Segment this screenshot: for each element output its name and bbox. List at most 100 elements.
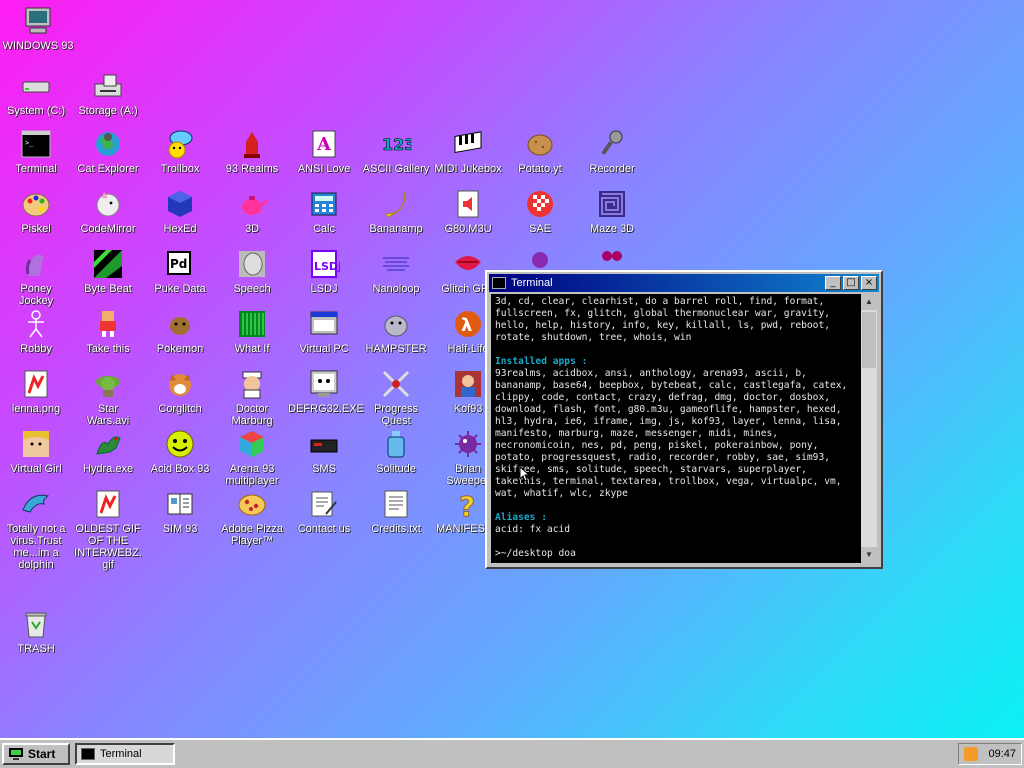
terminal-titlebar[interactable]: Terminal _ □ × — [489, 274, 879, 292]
desktop-icon-lsdj[interactable]: LSDJ LSDJ — [288, 248, 360, 295]
desktop-icon-window[interactable]: Virtual PC — [288, 308, 360, 355]
desktop-icon-computer[interactable]: WINDOWS 93 — [2, 5, 74, 52]
desktop-icon-bottle[interactable]: Solitude — [360, 428, 432, 475]
close-button[interactable]: × — [861, 276, 877, 290]
desktop-icon-label: TRASH — [17, 643, 55, 655]
desktop-icon-calculator[interactable]: Calc — [288, 188, 360, 235]
desktop-icon-microphone[interactable]: Recorder — [576, 128, 648, 175]
desktop-icon-potato[interactable]: Potato.yt — [504, 128, 576, 175]
rss-feed-icon[interactable] — [964, 747, 978, 761]
acid-smiley-icon — [164, 428, 196, 460]
piano-icon — [452, 128, 484, 160]
desktop-icon-girl[interactable]: Virtual Girl — [0, 428, 72, 475]
desktop-icon-matrix[interactable]: What If — [216, 308, 288, 355]
desktop-icon-yoda[interactable]: Star Wars.avi — [72, 368, 144, 427]
desktop-icon-console[interactable]: SMS — [288, 428, 360, 475]
desktop-icon-numbers[interactable]: 123 ASCII Gallery — [360, 128, 432, 175]
desktop-icon-drive[interactable]: System (C:) — [0, 70, 72, 117]
desktop-icon-label: Contact us — [297, 523, 351, 535]
terminal-output[interactable]: 3d, cd, clear, clearhist, do a barrel ro… — [491, 294, 861, 563]
minimize-button[interactable]: _ — [825, 276, 841, 290]
calculator-icon — [308, 188, 340, 220]
taskbar-item-terminal[interactable]: Terminal — [75, 743, 175, 765]
scrollbar-thumb[interactable] — [862, 312, 876, 368]
desktop-icon-defrag[interactable]: DEFRG32.EXE — [288, 368, 364, 415]
desktop-icon-stickman[interactable]: Robby — [0, 308, 72, 355]
desktop-icon-cube[interactable]: HexEd — [144, 188, 216, 235]
desktop-icon-label: Corglitch — [158, 403, 202, 415]
desktop-icon-pd[interactable]: Pd Puke Data — [144, 248, 216, 295]
desktop-icon-label: Solitude — [376, 463, 416, 475]
pd-icon: Pd — [164, 248, 196, 280]
vertical-scrollbar[interactable]: ▲ ▼ — [861, 294, 877, 563]
desktop-icon-hamster[interactable]: HAMPSTER — [360, 308, 432, 355]
desktop-icon-label: Pokemon — [156, 343, 204, 355]
desktop-icon-chat-smiley[interactable]: Trollbox — [144, 128, 216, 175]
system-tray: 09:47 — [958, 743, 1022, 765]
start-label: Start — [28, 747, 56, 761]
desktop-icon-teapot[interactable]: 3D — [216, 188, 288, 235]
trash-icon — [20, 608, 52, 640]
desktop-icon-label: MIDI Jukebox — [434, 163, 502, 175]
desktop-icon-arena-cube[interactable]: Arena 93 multiplayer — [216, 428, 288, 487]
desktop-icon-label: Kof93 — [453, 403, 483, 415]
desktop-icon-ansi-letter[interactable]: A ANSI Love — [288, 128, 360, 175]
desktop-icon-ball[interactable]: SAE — [504, 188, 576, 235]
desktop-icon-doctor[interactable]: Doctor Marburg — [216, 368, 288, 427]
desktop-icon-label: Brian Sweeper — [446, 463, 490, 487]
bottle-icon — [380, 428, 412, 460]
desktop-icon-swords[interactable]: Progress Quest — [360, 368, 432, 427]
scroll-down-icon[interactable]: ▼ — [861, 547, 877, 563]
desktop-icon-label: Potato.yt — [518, 163, 562, 175]
terminal-window[interactable]: Terminal _ □ × 3d, cd, clear, clearhist,… — [485, 270, 883, 569]
installed-apps-heading: Installed apps : — [495, 356, 588, 367]
pony-icon — [20, 248, 52, 280]
desktop-icon-hydra[interactable]: Hydra.exe — [72, 428, 144, 475]
desktop-icon-terminal[interactable]: >_ Terminal — [0, 128, 72, 175]
scroll-up-icon[interactable]: ▲ — [861, 294, 877, 310]
desktop-icon-knight[interactable]: 93 Realms — [216, 128, 288, 175]
desktop-icon-acid-smiley[interactable]: Acid Box 93 — [144, 428, 216, 475]
aliases-heading: Aliases : — [495, 512, 547, 523]
desktop-icon-pokemon[interactable]: Pokemon — [144, 308, 216, 355]
desktop-icon-pixel-man[interactable]: Take this — [72, 308, 144, 355]
desktop-icon-maze[interactable]: Maze 3D — [576, 188, 648, 235]
desktop-icon-audio-file[interactable]: G80.M3U — [432, 188, 504, 235]
desktop-icon-label: Acid Box 93 — [150, 463, 210, 475]
svg-text:LSDJ: LSDJ — [314, 260, 340, 273]
command-prompt[interactable]: >~/desktop doa — [495, 548, 857, 560]
desktop-icon-bytebeat[interactable]: Byte Beat — [72, 248, 144, 295]
swords-icon — [380, 368, 412, 400]
stickman-icon — [20, 308, 52, 340]
desktop-icon-face[interactable]: Speech — [216, 248, 288, 295]
desktop-icon-floppy-drive[interactable]: Storage (A:) — [72, 70, 144, 117]
desktop-icon-gif-file[interactable]: OLDEST GIF OF THE INTERWEBZ. gif — [72, 488, 144, 571]
desktop-icon-book[interactable]: SIM 93 — [144, 488, 216, 535]
desktop-icon-piano[interactable]: MIDI Jukebox — [432, 128, 504, 175]
start-logo-icon — [9, 748, 23, 760]
pokemon-icon — [164, 308, 196, 340]
desktop-icon-wave[interactable]: Nanoloop — [360, 248, 432, 295]
doctor-icon — [236, 368, 268, 400]
maximize-button[interactable]: □ — [843, 276, 859, 290]
bytebeat-icon — [92, 248, 124, 280]
desktop-icon-palette[interactable]: Piskel — [0, 188, 72, 235]
hamster-icon — [380, 308, 412, 340]
console-icon — [308, 428, 340, 460]
desktop-icon-image-file[interactable]: lenna.png — [0, 368, 72, 415]
desktop-icon-pizza[interactable]: Adobe Pizza Player™ — [216, 488, 288, 547]
desktop-icon-text-file[interactable]: Credits.txt — [360, 488, 432, 535]
desktop-icon-banana[interactable]: Bananamp — [360, 188, 432, 235]
desktop-icon-pony[interactable]: Poney Jockey — [0, 248, 72, 307]
unicorn-icon — [92, 188, 124, 220]
desktop-icon-corgi[interactable]: Corglitch — [144, 368, 216, 415]
desktop-icon-mail[interactable]: Contact us — [288, 488, 360, 535]
start-button[interactable]: Start — [2, 743, 70, 765]
desktop-icon-label: Take this — [86, 343, 130, 355]
desktop-icon-cat-globe[interactable]: Cat Explorer — [72, 128, 144, 175]
desktop-icon-dolphin[interactable]: Totally not a virus.Trust me...im a dolp… — [0, 488, 72, 571]
desktop-icon-trash[interactable]: TRASH — [0, 608, 72, 655]
desktop-icon-unicorn[interactable]: CodeMirror — [72, 188, 144, 235]
taskbar-item-label: Terminal — [100, 748, 142, 760]
desktop-icon-label: Virtual PC — [299, 343, 349, 355]
